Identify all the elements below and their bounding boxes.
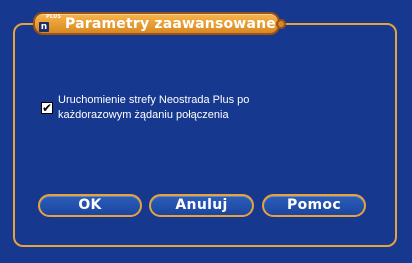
logo-letter: n [39, 21, 49, 32]
dialog-title: Parametry zaawansowane [65, 15, 276, 32]
logo-word: PLUS [46, 13, 62, 20]
start-zone-option[interactable]: ✔ Uruchomienie strefy Neostrada Plus po … [41, 93, 301, 123]
ok-button[interactable]: OK [38, 194, 142, 217]
help-button[interactable]: Pomoc [262, 194, 366, 217]
title-bar-end-cap [276, 19, 286, 29]
cancel-button[interactable]: Anuluj [149, 194, 254, 217]
start-zone-checkbox[interactable]: ✔ [41, 102, 53, 114]
start-zone-label: Uruchomienie strefy Neostrada Plus po ka… [58, 94, 250, 121]
neostrada-plus-logo-icon: PLUS n [39, 13, 62, 32]
dialog-title-bar: PLUS n Parametry zaawansowane [33, 12, 280, 35]
advanced-settings-dialog: PLUS n Parametry zaawansowane ✔ Uruchomi… [0, 0, 412, 263]
